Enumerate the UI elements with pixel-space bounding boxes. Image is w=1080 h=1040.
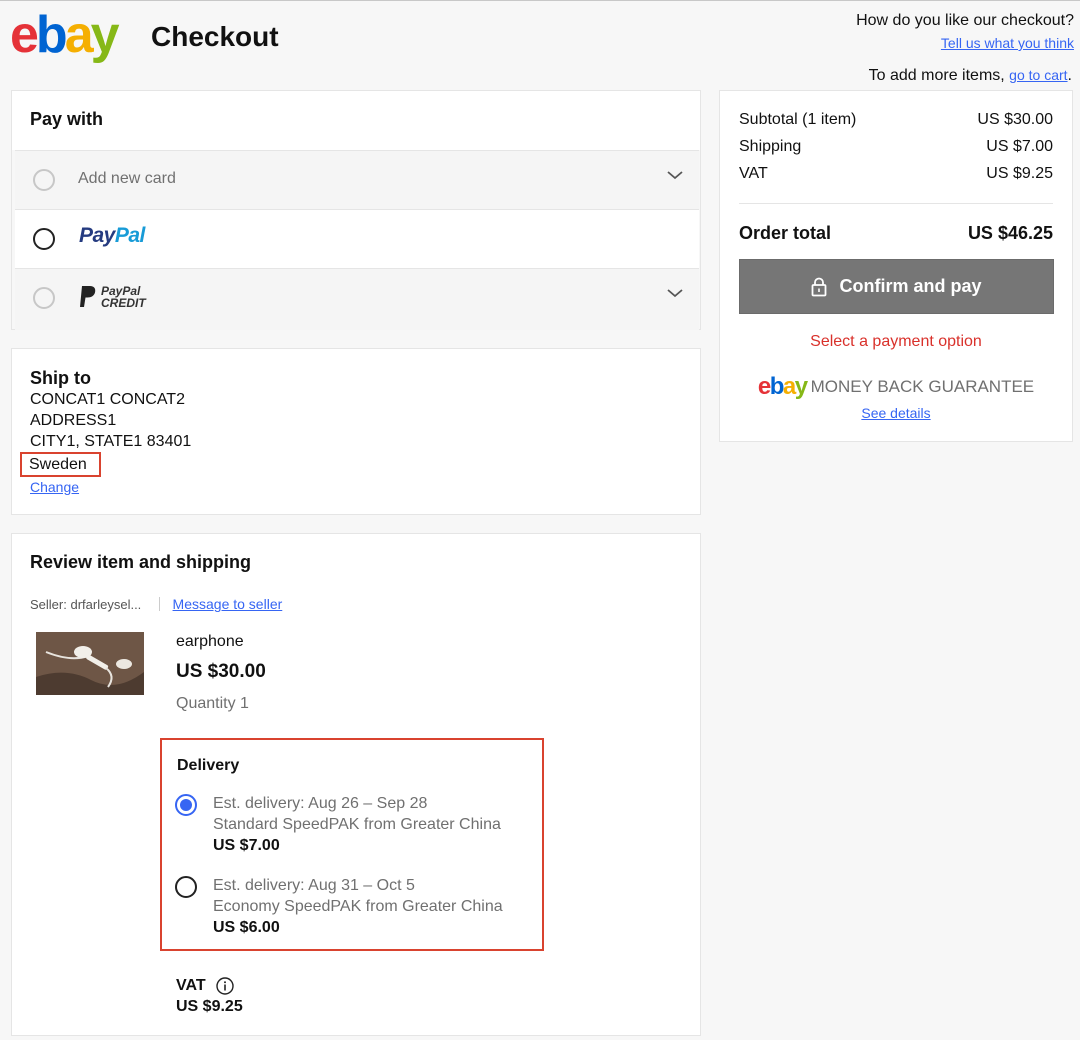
add-items-text: To add more items, go to cart.: [869, 67, 1072, 85]
ship-to-address: ADDRESS1: [30, 412, 117, 429]
add-items-period: .: [1067, 67, 1072, 84]
seller-name: drfarleysel...: [70, 597, 142, 612]
mini-logo-letter-y: y: [794, 373, 808, 400]
review-section: Review item and shipping Seller: drfarle…: [11, 533, 701, 1036]
paypal-radio[interactable]: [33, 228, 55, 250]
mini-logo-letter-a: a: [782, 373, 796, 400]
order-total-row: Order total US $46.25: [739, 223, 1053, 244]
delivery-standard-radio[interactable]: [175, 794, 197, 816]
seller-divider: [158, 597, 160, 611]
seller-row: Seller: drfarleysel... Message to seller: [30, 596, 282, 612]
ebay-mini-logo: ebay: [757, 373, 808, 400]
paypal-credit-radio[interactable]: [33, 287, 55, 309]
item-thumbnail[interactable]: [36, 632, 144, 695]
paypal-credit-icon: [80, 286, 96, 307]
ship-to-name: CONCAT1 CONCAT2: [30, 391, 185, 408]
money-back-guarantee: ebay MONEY BACK GUARANTEE: [720, 373, 1072, 401]
change-address-link[interactable]: Change: [30, 479, 79, 495]
delivery-options: Delivery Est. delivery: Aug 26 – Sep 28 …: [160, 738, 544, 951]
delivery-economy-radio[interactable]: [175, 876, 197, 898]
summary-vat-value: US $9.25: [986, 165, 1053, 182]
paypal-logo-pay: Pay: [79, 224, 115, 247]
logo-letter-y: y: [90, 6, 120, 64]
vat-value: US $9.25: [176, 998, 243, 1015]
shipping-value: US $7.00: [986, 138, 1053, 155]
feedback-question: How do you like our checkout?: [856, 12, 1074, 29]
subtotal-row: Subtotal (1 item) US $30.00: [739, 111, 1053, 129]
item-quantity: Quantity 1: [176, 695, 249, 712]
paypal-credit-text: PayPal CREDIT: [101, 285, 146, 309]
payment-error-message: Select a payment option: [810, 333, 982, 350]
page-title: Checkout: [151, 21, 279, 52]
confirm-button-label: Confirm and pay: [839, 276, 982, 296]
mini-logo-letter-e: e: [757, 373, 771, 400]
guarantee-text: MONEY BACK GUARANTEE: [810, 377, 1035, 396]
ship-to-city: CITY1, STATE1 83401: [30, 433, 192, 450]
delivery-standard-price: US $7.00: [213, 837, 280, 854]
subtotal-label: Subtotal (1 item): [739, 111, 857, 128]
shipping-label: Shipping: [739, 138, 802, 155]
review-title: Review item and shipping: [30, 552, 252, 572]
mini-logo-letter-b: b: [769, 373, 785, 400]
see-details-link[interactable]: See details: [861, 405, 930, 421]
vat-row: VAT US $9.25: [739, 165, 1053, 183]
chevron-down-icon[interactable]: [667, 167, 683, 183]
paypal-credit-logo: PayPal CREDIT: [79, 285, 146, 314]
vat-label: VAT: [176, 977, 206, 994]
order-summary: Subtotal (1 item) US $30.00 Shipping US …: [719, 90, 1073, 442]
earphone-image: [36, 632, 144, 695]
info-icon[interactable]: [216, 977, 234, 995]
paypal-logo: PayPal: [79, 224, 145, 248]
paypal-logo-pal: Pal: [114, 224, 146, 247]
pay-option-add-card[interactable]: Add new card: [15, 150, 699, 209]
shipping-row: Shipping US $7.00: [739, 138, 1053, 156]
delivery-economy-price: US $6.00: [213, 919, 280, 936]
add-card-radio[interactable]: [33, 169, 55, 191]
pay-option-paypal[interactable]: PayPal: [15, 209, 699, 268]
lock-icon: [812, 277, 827, 296]
subtotal-value: US $30.00: [977, 111, 1053, 128]
pay-with-title: Pay with: [12, 91, 700, 150]
pay-option-paypal-credit[interactable]: PayPal CREDIT: [15, 268, 699, 330]
message-seller-link[interactable]: Message to seller: [173, 596, 283, 612]
order-total-value: US $46.25: [967, 223, 1053, 243]
ebay-logo[interactable]: ebay: [10, 5, 120, 65]
order-total-label: Order total: [739, 223, 832, 243]
logo-letter-a: a: [64, 6, 94, 64]
add-card-label: Add new card: [78, 170, 176, 187]
seller-label: Seller:: [30, 597, 67, 612]
go-to-cart-link[interactable]: go to cart: [1009, 67, 1067, 83]
delivery-standard-est: Est. delivery: Aug 26 – Sep 28: [213, 795, 428, 812]
delivery-title: Delivery: [177, 757, 240, 774]
delivery-economy-service: Economy SpeedPAK from Greater China: [213, 898, 503, 915]
delivery-economy-est: Est. delivery: Aug 31 – Oct 5: [213, 877, 415, 894]
ship-to-title: Ship to: [30, 368, 91, 388]
item-price: US $30.00: [176, 661, 266, 682]
summary-vat-label: VAT: [739, 165, 768, 182]
add-items-label: To add more items,: [868, 67, 1005, 84]
summary-divider: [739, 203, 1053, 204]
pay-with-section: Pay with Add new card PayPal PayPal CREDI…: [11, 90, 701, 330]
logo-letter-b: b: [35, 6, 68, 64]
confirm-and-pay-button[interactable]: Confirm and pay: [739, 259, 1054, 314]
ship-to-section: Ship to CONCAT1 CONCAT2 ADDRESS1 CITY1, …: [11, 348, 701, 515]
feedback-link[interactable]: Tell us what you think: [941, 35, 1074, 51]
item-name[interactable]: earphone: [176, 633, 244, 651]
paypal-credit-line2: CREDIT: [101, 296, 146, 310]
delivery-standard-service: Standard SpeedPAK from Greater China: [213, 816, 501, 833]
chevron-down-icon[interactable]: [667, 285, 683, 301]
ship-to-country: Sweden: [20, 452, 101, 477]
logo-letter-e: e: [10, 6, 39, 64]
